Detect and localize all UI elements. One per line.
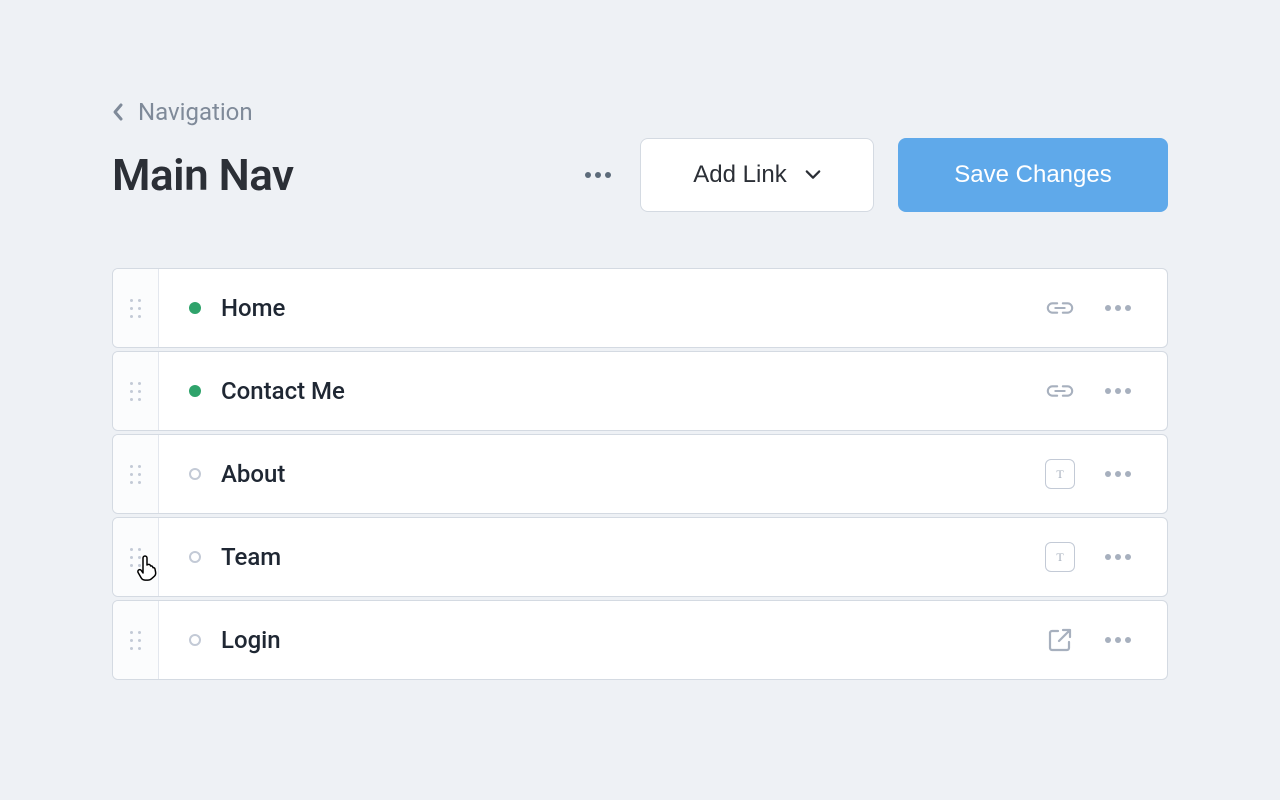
status-dot [189,302,201,314]
nav-item[interactable]: Team T [112,517,1168,597]
page-type-icon: T [1045,459,1075,489]
chevron-left-icon [112,102,124,122]
item-more-button[interactable] [1103,376,1133,406]
link-icon [1045,293,1075,323]
nav-item[interactable]: Home [112,268,1168,348]
nav-item[interactable]: Login [112,600,1168,680]
add-link-label: Add Link [693,161,786,189]
nav-item[interactable]: About T [112,434,1168,514]
drag-handle[interactable] [113,352,159,430]
drag-handle-icon [130,548,141,567]
item-more-button[interactable] [1103,542,1133,572]
status-dot [189,468,201,480]
item-more-button[interactable] [1103,625,1133,655]
nav-item[interactable]: Contact Me [112,351,1168,431]
svg-text:T: T [1056,550,1064,564]
svg-text:T: T [1056,467,1064,481]
status-dot [189,385,201,397]
nav-item-label: Home [221,294,1045,322]
page-type-icon: T [1045,542,1075,572]
nav-item-label: Team [221,543,1045,571]
drag-handle[interactable] [113,601,159,679]
nav-item-label: Contact Me [221,377,1045,405]
drag-handle[interactable] [113,269,159,347]
nav-item-label: Login [221,626,1045,654]
external-link-icon [1045,625,1075,655]
drag-handle-icon [130,465,141,484]
page-title: Main Nav [112,149,556,201]
drag-handle-icon [130,382,141,401]
chevron-down-icon [805,167,821,183]
item-more-button[interactable] [1103,293,1133,323]
drag-handle-icon [130,631,141,650]
add-link-button[interactable]: Add Link [640,138,874,212]
breadcrumb-label: Navigation [138,98,253,126]
drag-handle[interactable] [113,435,159,513]
save-changes-label: Save Changes [954,161,1111,189]
status-dot [189,634,201,646]
breadcrumb[interactable]: Navigation [112,98,1168,126]
drag-handle[interactable] [113,518,159,596]
item-more-button[interactable] [1103,459,1133,489]
more-menu-button[interactable] [580,157,616,193]
nav-item-label: About [221,460,1045,488]
link-icon [1045,376,1075,406]
drag-handle-icon [130,299,141,318]
nav-items-list: Home Contact Me About T Team T Login [112,268,1168,680]
status-dot [189,551,201,563]
save-changes-button[interactable]: Save Changes [898,138,1168,212]
